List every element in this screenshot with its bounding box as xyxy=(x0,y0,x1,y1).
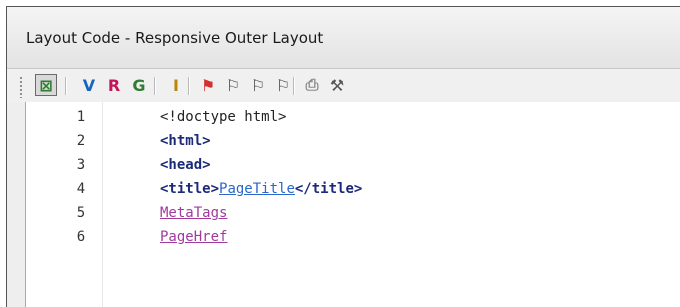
code-token: </title> xyxy=(294,181,363,197)
line-number: 6 xyxy=(76,229,86,245)
insert-content-icon: I xyxy=(173,75,179,95)
insert-content-button[interactable]: I xyxy=(165,74,187,96)
code-text: <head> xyxy=(160,157,211,173)
code-editor[interactable]: 1 <!doctype html> 2 <html> 3 <head> 4 <title>Pa… xyxy=(25,102,680,307)
template-variable-link[interactable]: PageHref xyxy=(160,229,227,245)
title-bar: Layout Code - Responsive Outer Layout xyxy=(7,7,680,68)
toolbar-separator xyxy=(154,77,155,95)
code-text: <html> xyxy=(160,133,211,149)
code-token: <head> xyxy=(160,157,211,173)
code-line[interactable]: 6 PageHref xyxy=(26,226,680,250)
code-line[interactable]: 4 <title>PageTitle</title> xyxy=(26,178,680,202)
code-line[interactable]: 5 MetaTags xyxy=(26,202,680,226)
toolbar: ⊠ V R G I ⚑ ⚐ ⚐ ⚐ ⎙ ⚒ xyxy=(7,68,680,103)
line-number: 5 xyxy=(76,205,86,221)
print-icon: ⎙ xyxy=(305,75,319,94)
code-text: PageHref xyxy=(160,229,227,245)
line-number: 3 xyxy=(76,157,86,173)
add-group-icon: G xyxy=(132,75,146,95)
code-line[interactable]: 1 <!doctype html> xyxy=(26,106,680,130)
add-variable-icon: V xyxy=(82,75,96,95)
flag-clear-icon: ⚐ xyxy=(275,75,291,95)
toolbar-grip-handle[interactable] xyxy=(19,76,23,98)
window-title: Layout Code - Responsive Outer Layout xyxy=(26,29,324,47)
code-text: MetaTags xyxy=(160,205,227,221)
code-token: <title> xyxy=(160,181,220,197)
code-token: <!doctype html> xyxy=(160,109,287,125)
toolbar-separator xyxy=(188,77,189,95)
add-region-button[interactable]: R xyxy=(103,74,125,96)
flag-add-button[interactable]: ⚑ xyxy=(197,74,219,96)
code-window: Layout Code - Responsive Outer Layout ⊠ V… xyxy=(6,6,680,307)
print-button[interactable]: ⎙ xyxy=(301,74,323,96)
code-token: <html> xyxy=(160,133,211,149)
flag-prev-button[interactable]: ⚐ xyxy=(247,74,269,96)
layout-toggle-icon: ⊠ xyxy=(39,75,53,95)
line-number: 1 xyxy=(76,109,86,125)
add-group-button[interactable]: G xyxy=(128,74,150,96)
flag-add-icon: ⚑ xyxy=(200,75,216,95)
flag-prev-icon: ⚐ xyxy=(250,75,266,95)
toolbar-separator xyxy=(65,77,66,95)
tools-button[interactable]: ⚒ xyxy=(326,74,348,96)
flag-clear-button[interactable]: ⚐ xyxy=(272,74,294,96)
flag-next-icon: ⚐ xyxy=(225,75,241,95)
toolbar-separator xyxy=(293,77,294,95)
tools-icon: ⚒ xyxy=(329,75,345,95)
add-variable-button[interactable]: V xyxy=(78,74,100,96)
line-number: 2 xyxy=(76,133,86,149)
code-line[interactable]: 3 <head> xyxy=(26,154,680,178)
code-text: <title>PageTitle</title> xyxy=(160,181,362,197)
layout-toggle-button[interactable]: ⊠ xyxy=(35,74,57,96)
flag-next-button[interactable]: ⚐ xyxy=(222,74,244,96)
template-variable-link[interactable]: PageTitle xyxy=(219,181,295,197)
code-text: <!doctype html> xyxy=(160,109,286,125)
add-region-icon: R xyxy=(107,75,121,95)
template-variable-link[interactable]: MetaTags xyxy=(160,205,227,221)
code-line[interactable]: 2 <html> xyxy=(26,130,680,154)
line-number: 4 xyxy=(76,181,86,197)
